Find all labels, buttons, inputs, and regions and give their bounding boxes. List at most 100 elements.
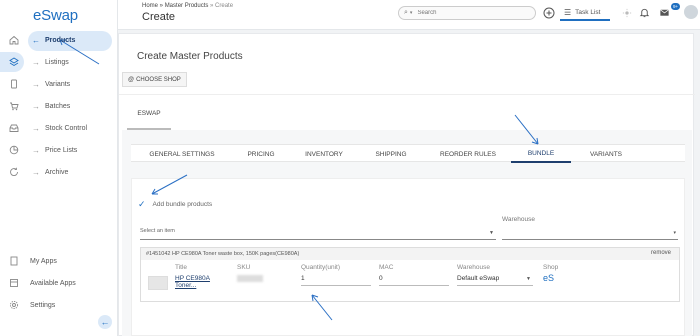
task-list-label: Task List <box>575 8 601 16</box>
checkbox-label: Add bundle products <box>152 201 213 208</box>
breadcrumb-separator: » <box>158 3 165 9</box>
sidebar-item-label: Price Lists <box>45 146 78 154</box>
chevron-down-icon[interactable]: ▾ <box>410 10 413 16</box>
bundle-section: ✓ Add bundle products Warehouse Select a… <box>131 178 685 336</box>
checkmark-icon: ✓ <box>138 199 146 209</box>
item-select-placeholder: Select an item <box>140 228 175 234</box>
bundle-product-row: #1451042 HP CE980A Toner waste box, 150K… <box>140 247 680 302</box>
title-link[interactable]: HP CE980A Toner... <box>175 275 227 289</box>
apps-icon <box>8 256 19 267</box>
sidebar-item-products[interactable]: ← Products <box>0 30 118 51</box>
page-title: Create <box>142 11 176 23</box>
breadcrumb-section[interactable]: Master Products <box>165 3 209 9</box>
bell-icon[interactable] <box>638 6 651 19</box>
divider <box>119 94 695 95</box>
avatar[interactable] <box>684 5 698 19</box>
sidebar: eSwap ← Products → Listings → Variants →… <box>0 0 118 336</box>
add-bundle-checkbox[interactable]: ✓ Add bundle products <box>138 199 212 210</box>
sidebar-item-available-apps[interactable]: Available Apps <box>0 273 118 293</box>
mac-field[interactable]: 0 <box>379 275 449 286</box>
product-heading: #1451042 HP CE980A Toner waste box, 150K… <box>141 248 679 260</box>
top-header: Home » Master Products » Create Create ⌕… <box>118 0 700 30</box>
arrow-left-icon: ← <box>32 35 40 45</box>
tab-shipping[interactable]: SHIPPING <box>359 145 423 163</box>
sidebar-item-label: Archive <box>45 168 69 176</box>
sidebar-item-settings[interactable]: Settings <box>0 295 118 315</box>
at-icon: @ <box>128 76 135 83</box>
sidebar-item-my-apps[interactable]: My Apps <box>0 251 118 271</box>
tab-variants[interactable]: VARIANTS <box>575 145 637 163</box>
tab-inventory[interactable]: INVENTORY <box>289 145 359 163</box>
sidebar-item-stock-control[interactable]: → Stock Control <box>0 118 118 138</box>
list-icon: ☰ <box>564 7 572 17</box>
warehouse-label: Warehouse <box>502 216 535 223</box>
eswap-shop-icon: eS <box>543 273 555 283</box>
search-input[interactable] <box>417 10 518 16</box>
sidebar-item-listings[interactable]: → Listings <box>0 52 118 72</box>
mail-icon[interactable] <box>658 6 671 19</box>
arrow-right-icon: → <box>32 101 40 111</box>
store-icon <box>8 278 19 289</box>
choose-shop-label: CHOOSE SHOP <box>136 76 181 83</box>
breadcrumb: Home » Master Products » Create <box>142 3 233 9</box>
notification-badge: 9+ <box>671 3 681 10</box>
shop-column: Shop eS <box>543 264 583 283</box>
tab-pricing[interactable]: PRICING <box>233 145 289 163</box>
tab-bundle[interactable]: BUNDLE <box>511 145 571 163</box>
sidebar-item-label: Variants <box>45 80 71 88</box>
remove-button[interactable]: remove <box>651 250 671 256</box>
title-column: Title HP CE980A Toner... <box>175 264 227 289</box>
gear-icon <box>8 300 19 311</box>
collapse-sidebar-button[interactable]: ← <box>98 315 112 329</box>
home-icon <box>8 35 19 46</box>
sidebar-item-label: Settings <box>30 301 56 309</box>
product-heading-text: #1451042 HP CE980A Toner waste box, 150K… <box>146 251 300 257</box>
mac-header: MAC <box>379 264 394 271</box>
tab-shop-eswap[interactable]: ESWAP <box>127 110 171 130</box>
warehouse-dropdown[interactable]: Default eSwap ▼ <box>457 275 533 286</box>
app-logo[interactable]: eSwap <box>33 7 78 24</box>
quantity-column: Quantity(unit) 1 <box>301 264 371 286</box>
sidebar-item-label: Products <box>45 36 76 44</box>
search-icon: ⌕ <box>404 9 408 16</box>
caret-down-icon: ▼ <box>489 230 494 236</box>
quantity-header: Quantity(unit) <box>301 264 341 271</box>
tab-general-settings[interactable]: GENERAL SETTINGS <box>131 145 233 163</box>
caret-down-icon: ▼ <box>526 276 531 282</box>
sidebar-item-label: My Apps <box>30 257 57 265</box>
item-select[interactable]: Select an item ▼ <box>140 228 496 240</box>
tab-reorder-rules[interactable]: REORDER RULES <box>423 145 513 163</box>
add-circle-icon[interactable] <box>542 6 555 19</box>
cart-icon <box>8 101 19 112</box>
sidebar-item-label: Available Apps <box>30 279 76 287</box>
task-list-button[interactable]: ☰ Task List <box>560 5 610 21</box>
product-tabs: GENERAL SETTINGS PRICING INVENTORY SHIPP… <box>131 144 685 163</box>
sidebar-item-archive[interactable]: → Archive <box>0 162 118 182</box>
shop-panel: GENERAL SETTINGS PRICING INVENTORY SHIPP… <box>122 130 692 336</box>
quantity-field[interactable]: 1 <box>301 275 371 286</box>
title-header: Title <box>175 264 188 271</box>
arrow-left-icon: ← <box>100 317 110 327</box>
sidebar-item-price-lists[interactable]: → Price Lists <box>0 140 118 160</box>
warehouse-column: Warehouse Default eSwap ▼ <box>457 264 533 286</box>
sidebar-item-label: Stock Control <box>45 124 88 132</box>
sun-icon[interactable] <box>620 6 633 19</box>
sidebar-item-variants[interactable]: → Variants <box>0 74 118 94</box>
sidebar-item-batches[interactable]: → Batches <box>0 96 118 116</box>
arrow-right-icon: → <box>32 145 40 155</box>
arrow-right-icon: → <box>32 167 40 177</box>
sku-header: SKU <box>237 264 251 271</box>
breadcrumb-current: Create <box>215 3 234 9</box>
refresh-icon <box>8 167 19 178</box>
sku-column: SKU <box>237 264 287 286</box>
breadcrumb-home[interactable]: Home <box>142 3 158 9</box>
arrow-right-icon: → <box>32 79 40 89</box>
warehouse-header: Warehouse <box>457 264 490 271</box>
choose-shop-button[interactable]: @ CHOOSE SHOP <box>122 72 187 87</box>
shop-header: Shop <box>543 264 559 271</box>
warehouse-select[interactable]: ▾ <box>502 228 678 240</box>
card-title: Create Master Products <box>137 51 243 62</box>
sidebar-item-label: Batches <box>45 102 71 110</box>
search-box[interactable]: ⌕ ▾ <box>398 6 536 20</box>
layers-icon <box>8 57 19 68</box>
